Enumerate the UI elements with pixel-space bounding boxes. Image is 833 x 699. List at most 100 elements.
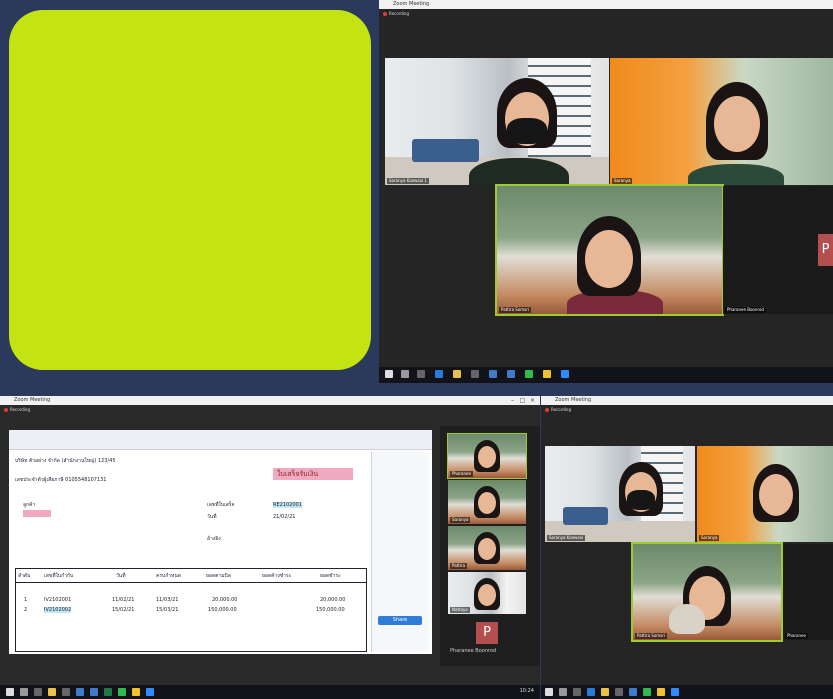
close-button[interactable]: × [529,397,536,404]
avatar-name: Pharanee Boonrod [450,648,497,654]
video-tile[interactable]: Saranya [448,480,526,524]
video-tile[interactable]: Pharanee [447,433,527,479]
start-icon[interactable] [6,688,14,696]
edge-icon[interactable] [587,688,595,696]
video-tile-active[interactable]: Pattira Somsri [495,184,724,316]
app-icon[interactable] [507,370,515,378]
search-icon[interactable] [401,370,409,378]
explorer-icon[interactable] [453,370,461,378]
doc-heading: ใบเสร็จรับเงิน [277,470,319,478]
toolbar [9,430,432,450]
side-panel: Share [371,452,429,652]
sofa [563,507,608,525]
cell: 20,000.00 [212,597,238,603]
store-icon[interactable] [62,688,70,696]
share-button[interactable]: Share [378,616,422,625]
start-icon[interactable] [545,688,553,696]
minimize-button[interactable]: – [509,397,516,404]
company-line: บริษัท ตัวอย่าง จำกัด (สำนักงานใหญ่) 123… [15,458,116,464]
line-icon[interactable] [643,688,651,696]
zoom-window-share: Zoom Meeting – □ × Recording ใบเสร็จรับเ… [0,396,540,699]
line-icon[interactable] [525,370,533,378]
avatar: P [476,622,498,644]
window-titlebar: Zoom Meeting [379,0,833,9]
ref-label: อ้างอิง [207,536,221,542]
face-mask [627,490,655,510]
zoom-window-top: Zoom Meeting Recording Saranya Kaewsai 1… [379,0,833,383]
start-icon[interactable] [385,370,393,378]
video-tile[interactable]: Pattira [448,526,526,570]
video-tile[interactable]: Saranya [610,58,833,185]
edge-icon[interactable] [435,370,443,378]
task-view-icon[interactable] [573,688,581,696]
col-header: เลขที่ใบกำกับ [44,573,74,579]
store-icon[interactable] [471,370,479,378]
participant-name: Saranya [450,517,471,523]
table-row: 2 IV2102002 15/02/21 15/03/21 150,000.00… [16,607,366,615]
app-icon[interactable] [90,688,98,696]
window-titlebar: Zoom Meeting – □ × [0,396,540,405]
mail-icon[interactable] [489,370,497,378]
green-card [9,10,371,370]
search-icon[interactable] [559,688,567,696]
doc-no-label: เลขที่ใบเสร็จ [207,502,235,508]
participant-name: Saranya [612,178,633,184]
participant-name: Pattira Somsri [499,307,532,313]
chrome-icon[interactable] [132,688,140,696]
avatar: P [818,234,833,266]
customer-label: ลูกค้า [23,502,36,508]
face-mask [507,118,547,144]
tax-line: เลขประจำตัวผู้เสียภาษี 0105548107131 [15,477,107,483]
line-icon[interactable] [118,688,126,696]
date-value: 21/02/21 [273,514,296,520]
cell: 2 [24,607,28,613]
table-header-row: ลำดับ เลขที่ใบกำกับ วันที่ ครบกำหนด ยอดต… [16,569,366,583]
zoom-icon[interactable] [671,688,679,696]
recording-indicator: Recording [383,11,409,16]
participant-body [469,158,569,185]
participant-face [478,584,496,606]
task-view-icon[interactable] [417,370,425,378]
participant-name: Saranya [699,535,720,541]
video-tile[interactable]: Saranya [697,446,833,542]
store-icon[interactable] [615,688,623,696]
video-tile-muted[interactable]: Pharanee [783,544,833,640]
video-tile-active[interactable]: Pattira Somsri [631,542,783,642]
video-tile[interactable]: Saranya Kaewsai [545,446,695,542]
cell: 15/02/21 [112,607,135,613]
cell: 150,000.00 [208,607,237,613]
search-icon[interactable] [20,688,28,696]
video-tile[interactable]: Saranya Kaewsai 1 [385,58,609,185]
video-tile-muted[interactable]: Pharanee Boonrod P [723,186,833,314]
window-title: Zoom Meeting [393,1,430,7]
participant-name: Saranya Kaewsai [547,535,586,541]
cell: 11/02/21 [112,597,135,603]
participant-name: Nattaya [450,607,470,613]
explorer-icon[interactable] [601,688,609,696]
participant-face [478,538,496,560]
windows-taskbar [379,367,833,383]
doc-no: RE2102001 [273,502,302,508]
mail-icon[interactable] [629,688,637,696]
video-tile[interactable]: Nattaya [448,572,526,614]
windows-taskbar [541,685,833,699]
chrome-icon[interactable] [657,688,665,696]
zoom-icon[interactable] [561,370,569,378]
participant-face [714,96,760,152]
cell: IV2102001 [44,597,72,603]
cat [669,604,705,634]
participant-name: Saranya Kaewsai 1 [387,178,429,184]
participant-body [688,164,784,185]
cell: 150,000.00 [316,607,345,613]
task-view-icon[interactable] [34,688,42,696]
excel-icon[interactable] [104,688,112,696]
chrome-icon[interactable] [543,370,551,378]
explorer-icon[interactable] [48,688,56,696]
cell: 11/03/21 [156,597,179,603]
zoom-icon[interactable] [146,688,154,696]
mail-icon[interactable] [76,688,84,696]
windows-taskbar: 10:24 [0,685,540,699]
col-header: ยอดค้างชำระ [262,573,292,579]
window-title: Zoom Meeting [555,397,592,403]
maximize-button[interactable]: □ [519,397,526,404]
